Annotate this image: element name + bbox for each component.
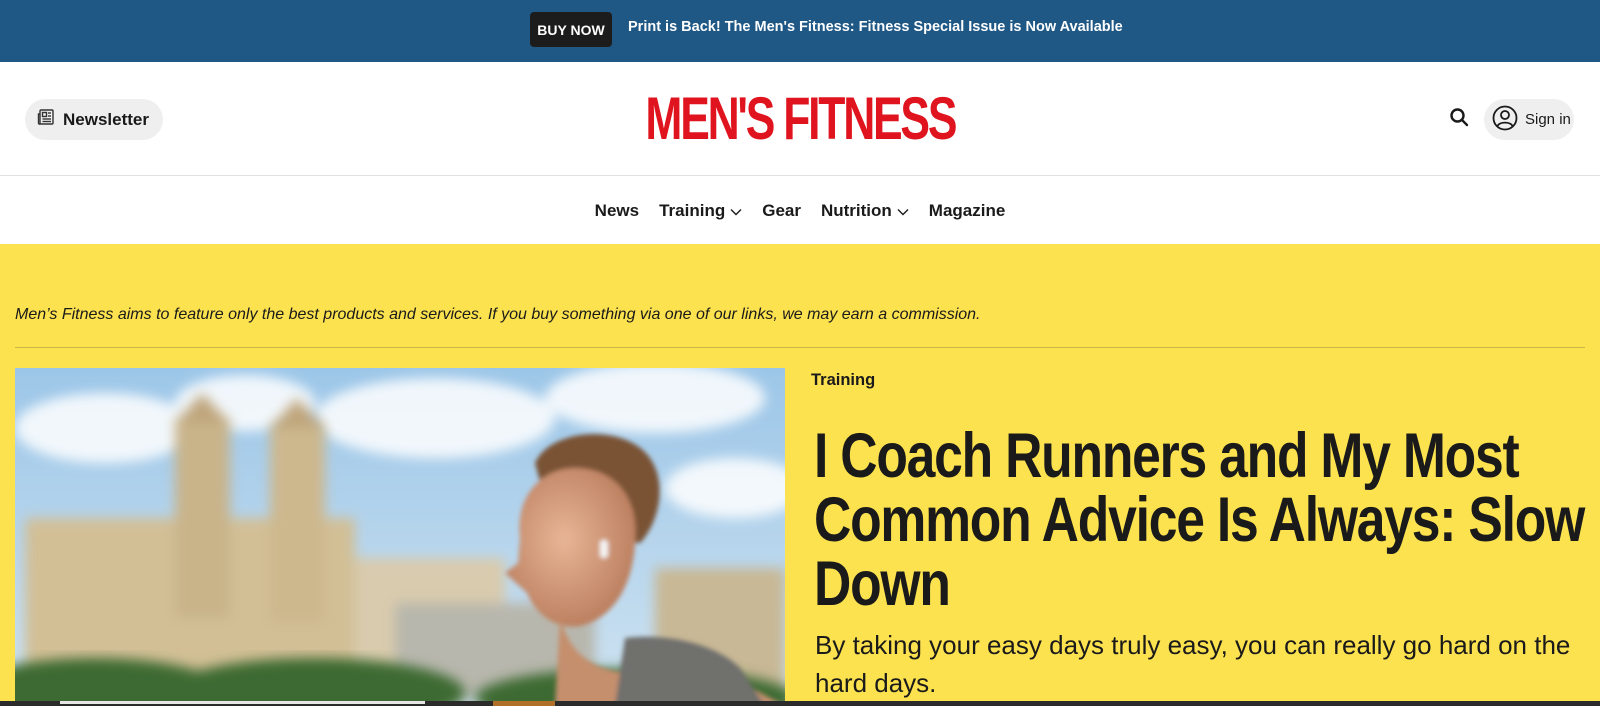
sign-in-button[interactable]: Sign in — [1484, 99, 1574, 140]
nav-item-label: Training — [659, 200, 726, 220]
newsletter-button[interactable]: Newsletter — [25, 99, 163, 140]
promo-message[interactable]: Print is Back! The Men's Fitness: Fitnes… — [628, 19, 1123, 35]
strip-segment — [60, 701, 425, 704]
nav-item-nutrition[interactable]: Nutrition — [821, 201, 909, 221]
bottom-edge-strip — [0, 701, 1600, 706]
chevron-down-icon — [897, 201, 909, 221]
divider — [15, 347, 1585, 348]
main-nav: News Training Gear Nutrition Magazine — [0, 177, 1600, 244]
buy-now-button[interactable]: BUY NOW — [530, 12, 612, 47]
promo-banner: BUY NOW Print is Back! The Men's Fitness… — [0, 0, 1600, 62]
search-button[interactable] — [1446, 106, 1472, 132]
headline-line: Down — [814, 549, 951, 619]
chevron-down-icon — [730, 201, 742, 221]
article-dek: By taking your easy days truly easy, you… — [815, 630, 1571, 698]
headline-line: Common Advice Is Always: Slow — [814, 485, 1585, 555]
headline-line: I Coach Runners and My Most — [814, 421, 1520, 491]
newspaper-icon — [37, 108, 55, 131]
nav-item-label: Nutrition — [820, 200, 892, 220]
nav-item-label: Gear — [762, 200, 801, 220]
nav-item-news[interactable]: News — [595, 201, 639, 221]
article-category-link[interactable]: Training — [811, 371, 875, 390]
newsletter-label: Newsletter — [63, 109, 149, 129]
site-logo[interactable]: MEN'S FITNESS — [645, 86, 957, 152]
nav-item-training[interactable]: Training — [659, 201, 742, 221]
featured-article-section: Men’s Fitness aims to feature only the b… — [0, 244, 1600, 706]
logo-wordmark: MEN'S FITNESS — [645, 85, 957, 152]
sign-in-label: Sign in — [1525, 111, 1571, 128]
nav-item-label: News — [594, 200, 640, 220]
nav-item-label: Magazine — [928, 200, 1006, 220]
nav-item-magazine[interactable]: Magazine — [929, 201, 1006, 221]
strip-segment — [493, 701, 555, 706]
article-headline[interactable]: I Coach Runners and My Most Common Advic… — [814, 421, 1585, 619]
affiliate-disclaimer: Men’s Fitness aims to feature only the b… — [15, 306, 981, 323]
search-icon — [1449, 107, 1469, 132]
article-hero-image[interactable] — [15, 368, 785, 706]
site-header: Newsletter MEN'S FITNESS Sign in — [0, 62, 1600, 176]
nav-item-gear[interactable]: Gear — [762, 201, 801, 221]
user-avatar-icon — [1492, 105, 1518, 135]
